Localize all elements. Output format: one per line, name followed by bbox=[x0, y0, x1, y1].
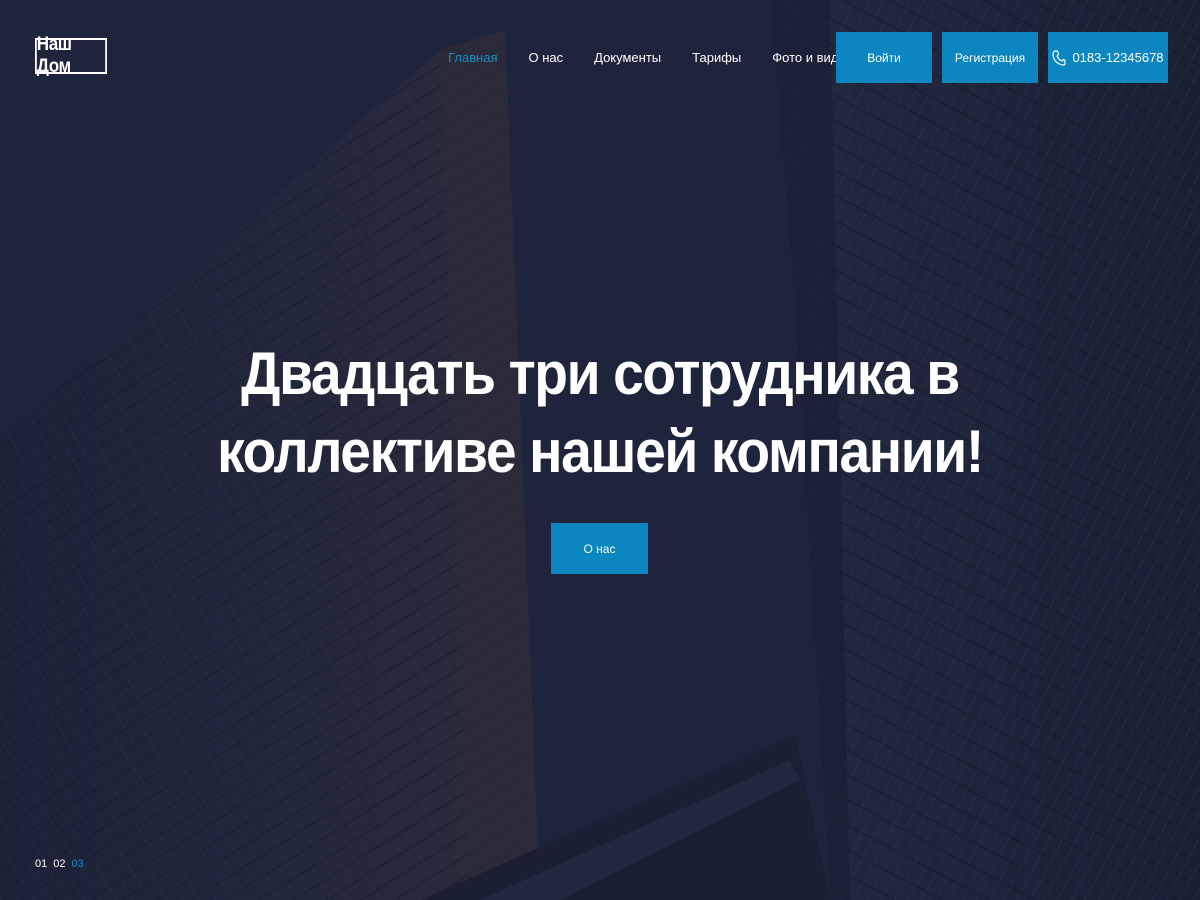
hero-headline-line1: Двадцать три сотрудника в bbox=[241, 340, 960, 407]
hero-headline: Двадцать три сотрудника в коллективе наш… bbox=[214, 335, 987, 491]
login-button[interactable]: Войти bbox=[836, 32, 932, 83]
nav-item-about[interactable]: О нас bbox=[528, 50, 563, 65]
main-nav: Главная О нас Документы Тарифы Фото и ви… bbox=[448, 46, 884, 68]
phone-button[interactable]: 0183-12345678 bbox=[1048, 32, 1168, 83]
nav-item-tariffs[interactable]: Тарифы bbox=[692, 50, 741, 65]
register-button[interactable]: Регистрация bbox=[942, 32, 1038, 83]
nav-item-documents[interactable]: Документы bbox=[594, 50, 661, 65]
slide-indicator-2[interactable]: 02 bbox=[53, 858, 65, 870]
hero-section: Наш Дом Главная О нас Документы Тарифы Ф… bbox=[0, 0, 1200, 900]
slide-indicator-1[interactable]: 01 bbox=[35, 858, 47, 870]
about-cta-button[interactable]: О нас bbox=[551, 523, 648, 574]
slide-indicator-3[interactable]: 03 bbox=[72, 858, 84, 870]
phone-number: 0183-12345678 bbox=[1072, 50, 1164, 65]
nav-item-home[interactable]: Главная bbox=[448, 50, 497, 65]
site-logo[interactable]: Наш Дом bbox=[35, 34, 107, 77]
hero-headline-line2: коллективе нашей компании! bbox=[217, 418, 984, 485]
site-header: Наш Дом Главная О нас Документы Тарифы Ф… bbox=[0, 0, 1200, 115]
slide-pagination: 01 02 03 bbox=[35, 858, 90, 870]
phone-icon bbox=[1052, 49, 1067, 66]
